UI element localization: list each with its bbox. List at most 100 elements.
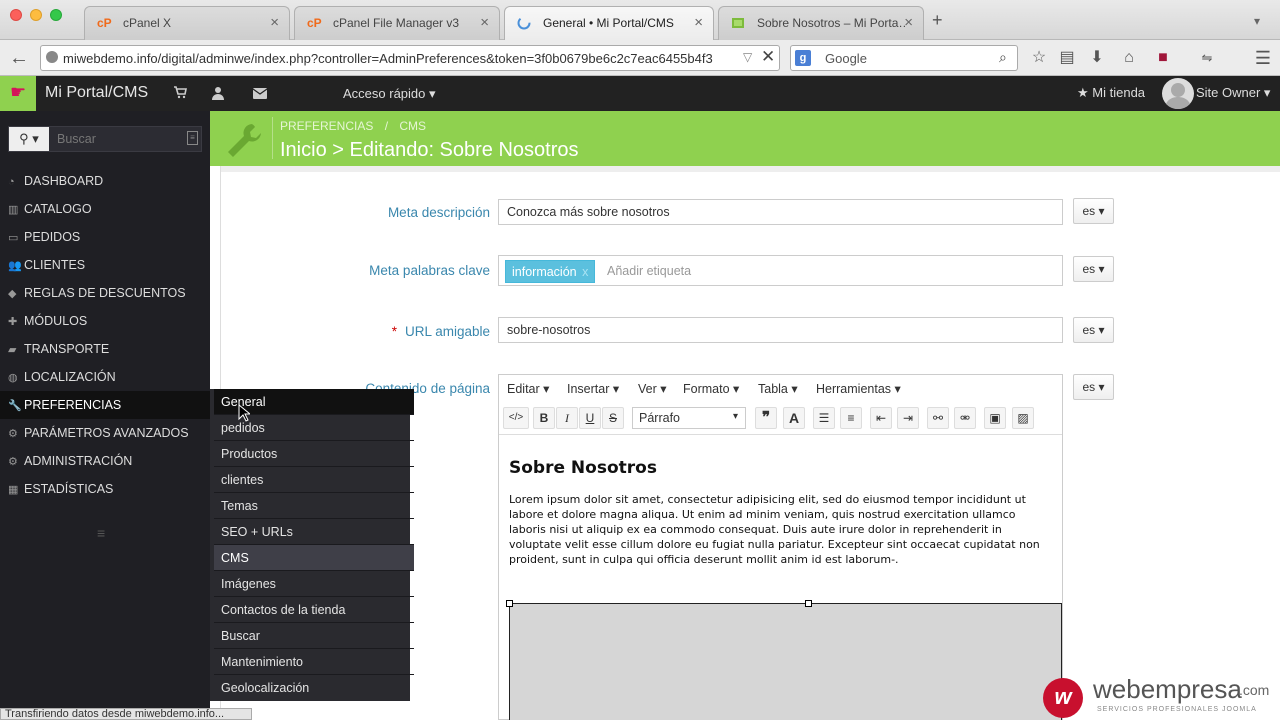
editor-menu-herramientas[interactable]: Herramientas ▾ — [816, 381, 901, 396]
sidebar-item-descuentos[interactable]: ◆ REGLAS DE DESCUENTOS — [0, 279, 210, 307]
meta-description-input[interactable]: Conozca más sobre nosotros — [498, 199, 1063, 225]
close-tab-icon[interactable]: × — [904, 14, 913, 31]
resize-handle[interactable] — [506, 600, 513, 607]
underline-button[interactable]: U — [579, 407, 601, 429]
quick-access-menu[interactable]: Acceso rápido ▾ — [343, 86, 436, 102]
tab-list-icon[interactable]: ▾ — [1254, 14, 1260, 28]
search-options-icon[interactable]: ≡ — [187, 131, 198, 145]
back-icon[interactable]: ← — [6, 46, 32, 70]
submenu-item-seo-urls[interactable]: SEO + URLs — [214, 519, 414, 545]
search-icon[interactable]: ⌕ — [999, 49, 1007, 66]
user-menu[interactable]: Site Owner ▾ — [1196, 85, 1270, 101]
sidebar-item-catalogo[interactable]: ▥ CATALOGO — [0, 195, 210, 223]
sidebar-item-pedidos[interactable]: ▭ PEDIDOS — [0, 223, 210, 251]
italic-button[interactable]: I — [556, 407, 578, 429]
url-dropdown-icon[interactable]: ▽ — [743, 50, 752, 64]
outdent-button[interactable]: ⇤ — [870, 407, 892, 429]
sidebar-item-preferencias[interactable]: 🔧 PREFERENCIAS — [0, 391, 210, 419]
bullet-list-button[interactable]: ☰ — [813, 407, 835, 429]
editor-menu-tabla[interactable]: Tabla ▾ — [758, 381, 798, 396]
blockquote-button[interactable]: ❞ — [755, 407, 777, 429]
cart-icon[interactable] — [173, 85, 187, 102]
block-format-select[interactable]: Párrafo ▾ — [632, 407, 746, 429]
search-type-dropdown[interactable]: ⚲ ▾ — [9, 127, 49, 151]
logo[interactable]: ☛ — [0, 76, 36, 111]
submenu-item-cms[interactable]: CMS — [214, 545, 414, 571]
unlink-button[interactable]: ⚮ — [954, 407, 976, 429]
friendly-url-lang-button[interactable]: es ▾ — [1073, 317, 1114, 343]
breadcrumb-cms[interactable]: CMS — [399, 119, 426, 133]
add-tag-placeholder[interactable]: Añadir etiqueta — [607, 264, 691, 278]
resize-handle[interactable] — [805, 600, 812, 607]
editor-menu-editar[interactable]: Editar ▾ — [507, 381, 549, 396]
remove-tag-icon[interactable]: x — [582, 265, 588, 279]
avatar[interactable] — [1162, 78, 1194, 109]
submenu-item-temas[interactable]: Temas — [214, 493, 414, 519]
new-tab-button[interactable]: + — [932, 10, 943, 31]
search-engine-box[interactable]: g Google ⌕ — [790, 45, 1018, 71]
submenu-item-geolocalizacion[interactable]: Geolocalización — [214, 675, 414, 701]
sidebar-item-clientes[interactable]: 👥 CLIENTES — [0, 251, 210, 279]
close-tab-icon[interactable]: × — [480, 14, 489, 31]
search-engine-placeholder[interactable]: Google — [825, 51, 867, 66]
close-tab-icon[interactable]: × — [270, 14, 279, 31]
page-content-lang-button[interactable]: es ▾ — [1073, 374, 1114, 400]
strikethrough-button[interactable]: S — [602, 407, 624, 429]
google-icon[interactable]: g — [795, 50, 811, 66]
sidebar-item-estadisticas[interactable]: ▦ ESTADÍSTICAS — [0, 475, 210, 503]
submenu-item-mantenimiento[interactable]: Mantenimiento — [214, 649, 414, 675]
tab-cpanel-file-manager[interactable]: cP cPanel File Manager v3 × — [294, 6, 500, 40]
submenu-item-clientes[interactable]: clientes — [214, 467, 414, 493]
text-color-button[interactable]: A — [783, 407, 805, 429]
content-image-placeholder[interactable] — [509, 603, 1062, 720]
app-title[interactable]: Mi Portal/CMS — [45, 84, 148, 102]
tab-sobre-nosotros[interactable]: Sobre Nosotros – Mi Porta… × — [718, 6, 924, 40]
envelope-icon[interactable] — [252, 87, 268, 102]
close-window-button[interactable] — [10, 9, 22, 21]
zoom-window-button[interactable] — [50, 9, 62, 21]
collapse-sidebar-icon[interactable]: ≡ — [97, 525, 105, 541]
user-icon[interactable] — [212, 86, 224, 103]
tab-general-mi-portal[interactable]: General • Mi Portal/CMS × — [504, 6, 714, 40]
rich-text-editor[interactable]: Editar ▾ Insertar ▾ Ver ▾ Formato ▾ Tabl… — [498, 374, 1063, 720]
indent-button[interactable]: ⇥ — [897, 407, 919, 429]
url-text[interactable]: miwebdemo.info/digital/adminwe/index.php… — [63, 51, 743, 66]
sidebar-item-localizacion[interactable]: ◍ LOCALIZACIÓN — [0, 363, 210, 391]
link-button[interactable]: ⚯ — [927, 407, 949, 429]
bold-button[interactable]: B — [533, 407, 555, 429]
sidebar-item-transporte[interactable]: ▰ TRANSPORTE — [0, 335, 210, 363]
meta-keywords-input[interactable]: información x Añadir etiqueta — [498, 255, 1063, 286]
editor-menu-ver[interactable]: Ver ▾ — [638, 381, 667, 396]
sidebar-item-administracion[interactable]: ⚙ ADMINISTRACIÓN — [0, 447, 210, 475]
submenu-item-buscar[interactable]: Buscar — [214, 623, 414, 649]
reading-list-icon[interactable]: ▤ — [1054, 46, 1080, 70]
numbered-list-button[interactable]: ≡ — [840, 407, 862, 429]
sidebar-search-input[interactable]: Buscar — [57, 132, 96, 146]
sidebar-item-modulos[interactable]: ✚ MÓDULOS — [0, 307, 210, 335]
my-store-link[interactable]: ★ Mi tienda — [1077, 85, 1145, 101]
breadcrumb-preferencias[interactable]: PREFERENCIAS — [280, 119, 373, 133]
source-code-button[interactable]: </> — [503, 407, 529, 429]
minimize-window-button[interactable] — [30, 9, 42, 21]
sidebar-item-dashboard[interactable]: ◔ DASHBOARD — [0, 167, 210, 195]
submenu-item-imagenes[interactable]: Imágenes — [214, 571, 414, 597]
submenu-item-contactos[interactable]: Contactos de la tienda — [214, 597, 414, 623]
bookmark-star-icon[interactable]: ☆ — [1026, 46, 1052, 70]
tab-cpanel-x[interactable]: cP cPanel X × — [84, 6, 290, 40]
hamburger-menu-icon[interactable]: ☰ — [1250, 46, 1276, 70]
friendly-url-input[interactable]: sobre-nosotros — [498, 317, 1063, 343]
download-icon[interactable]: ⬇ — [1084, 46, 1110, 70]
editor-menu-formato[interactable]: Formato ▾ — [683, 381, 739, 396]
meta-description-lang-button[interactable]: es ▾ — [1073, 198, 1114, 224]
editor-menu-insertar[interactable]: Insertar ▾ — [567, 381, 619, 396]
sidebar-item-parametros[interactable]: ⚙ PARÁMETROS AVANZADOS — [0, 419, 210, 447]
extension-icon[interactable]: ⇋ — [1194, 46, 1220, 70]
meta-keywords-lang-button[interactable]: es ▾ — [1073, 256, 1114, 282]
stop-icon[interactable]: ✕ — [761, 47, 775, 67]
media-button[interactable]: ▣ — [984, 407, 1006, 429]
url-bar[interactable]: miwebdemo.info/digital/adminwe/index.php… — [40, 45, 780, 71]
sidebar-search[interactable]: ⚲ ▾ Buscar ≡ — [8, 126, 202, 152]
submenu-item-productos[interactable]: Productos — [214, 441, 414, 467]
addon-icon[interactable]: ■ — [1150, 46, 1176, 70]
close-tab-icon[interactable]: × — [694, 14, 703, 31]
